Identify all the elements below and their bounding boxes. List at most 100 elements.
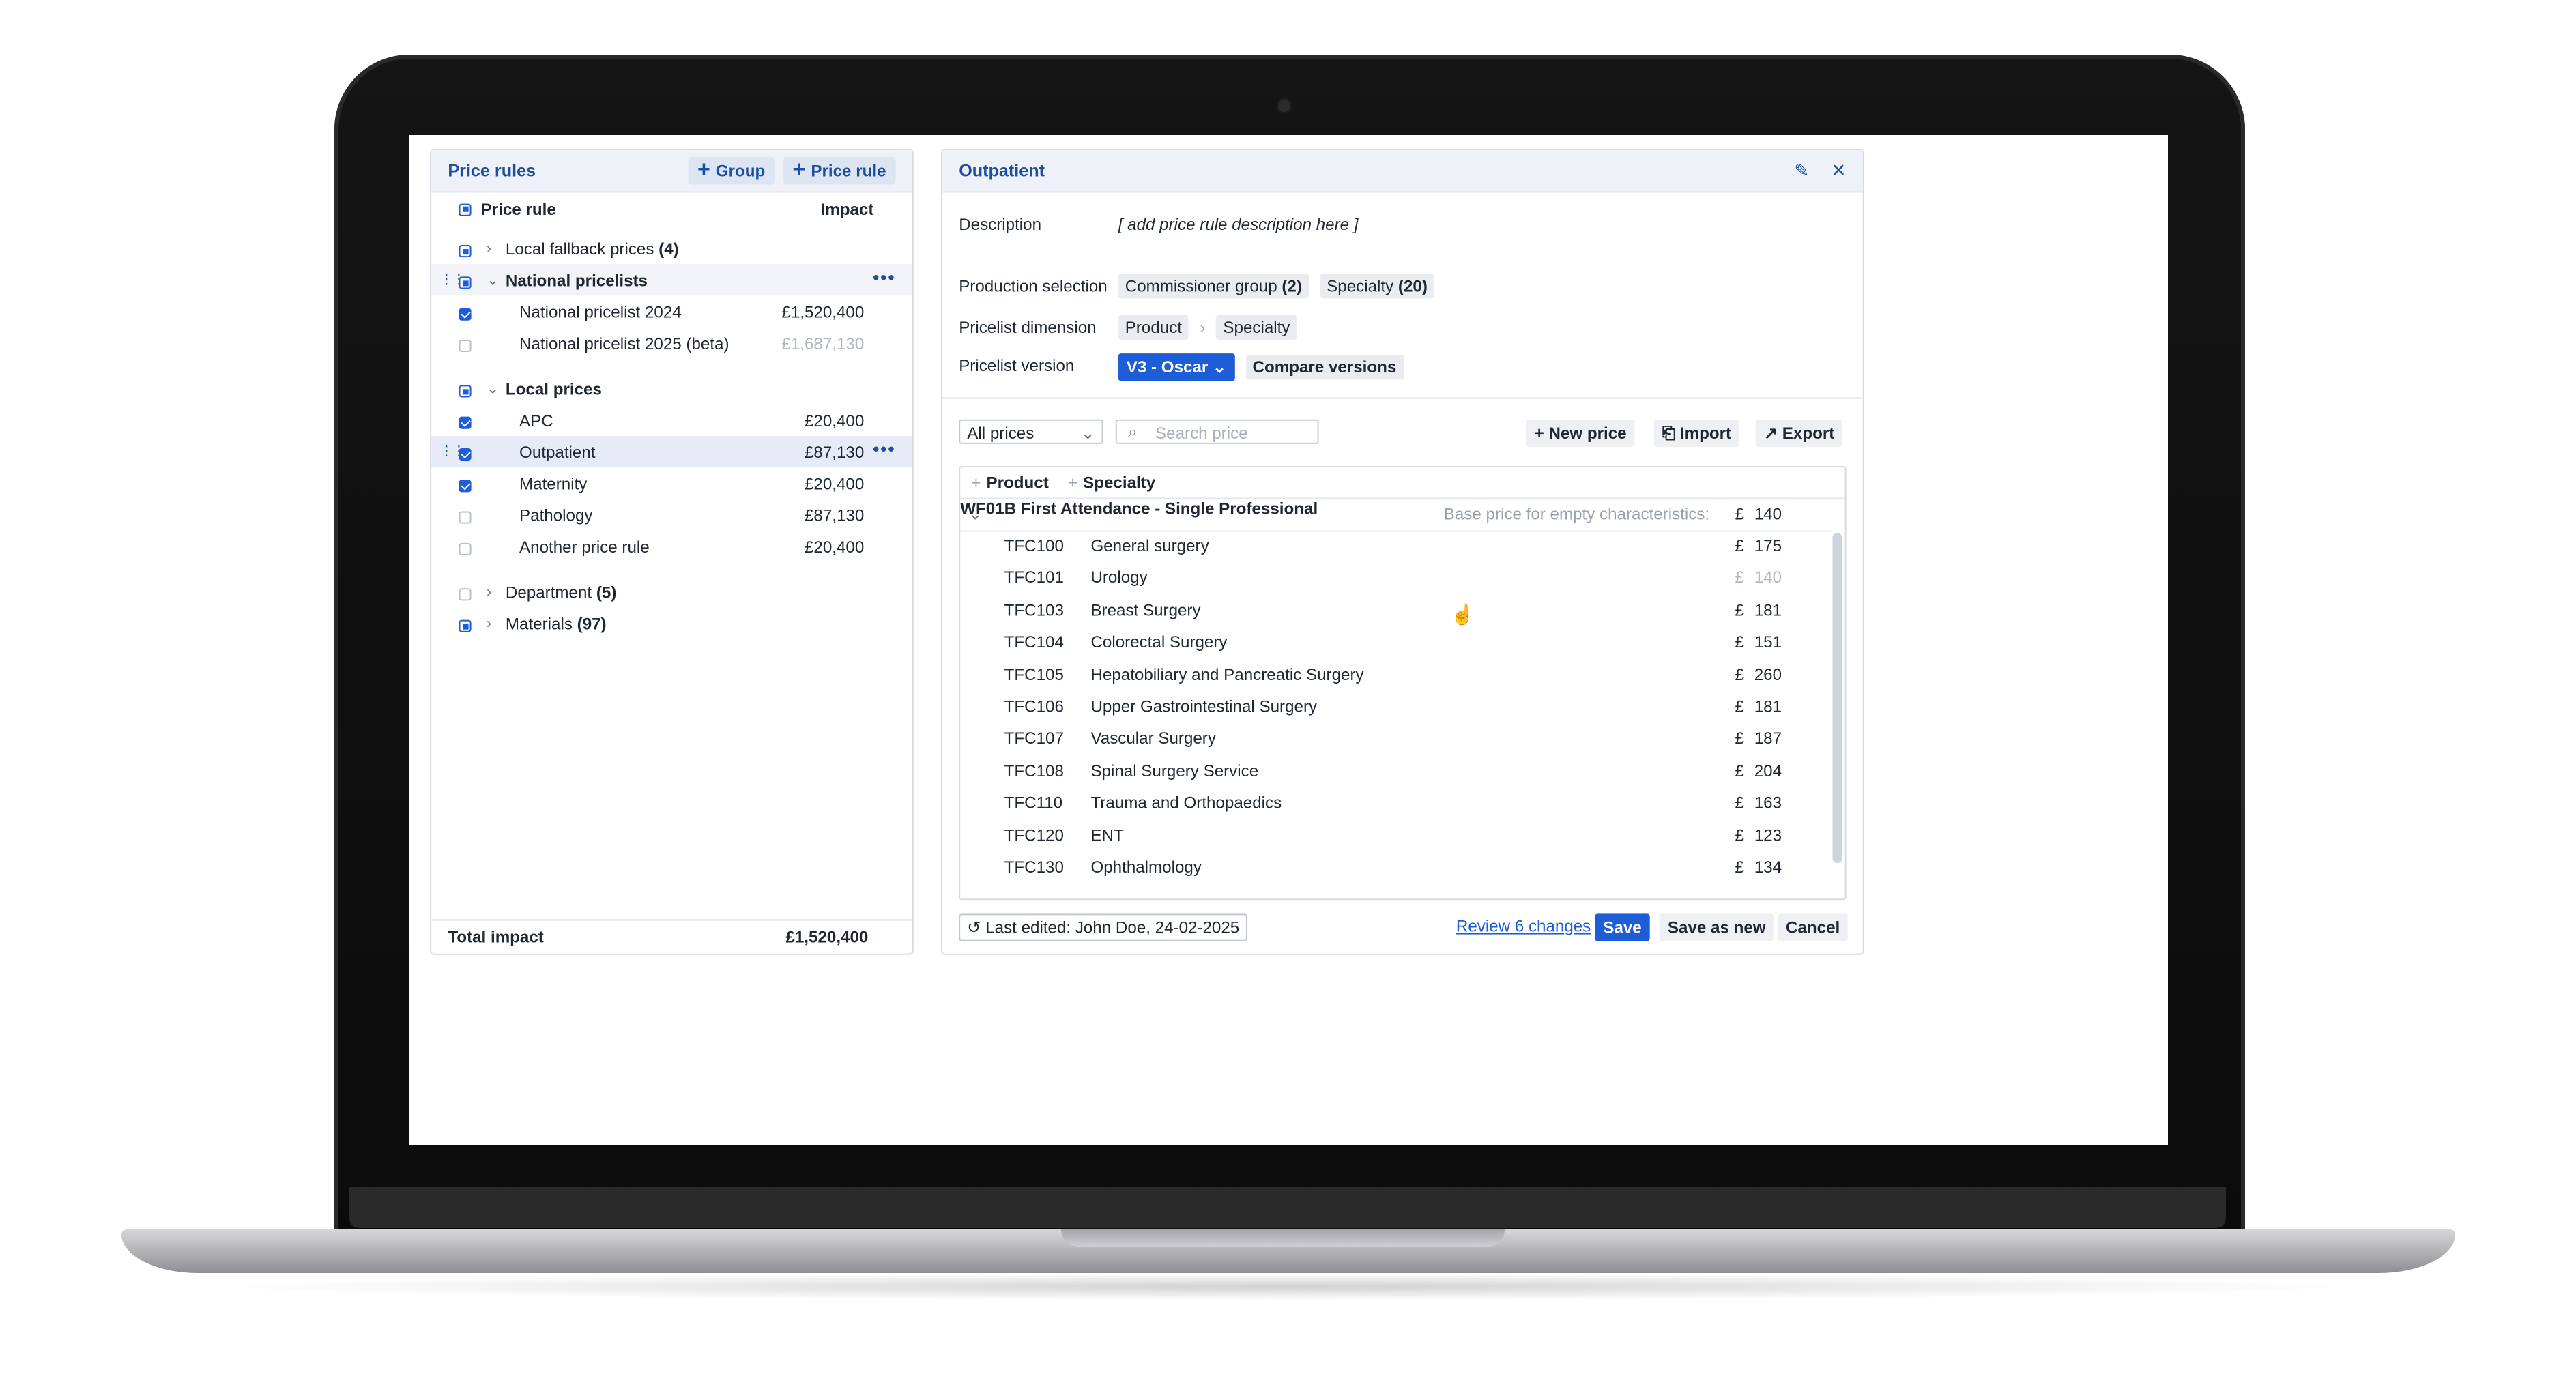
- table-row[interactable]: TFC100 General surgery £175: [960, 531, 1831, 562]
- row-label: Maternity: [519, 473, 588, 493]
- tree-row-local-prices[interactable]: ⌄ Local prices: [431, 372, 912, 404]
- row-label: Local fallback prices: [505, 238, 654, 259]
- tree-row-national-pricelists[interactable]: ⋮⋮ ⌄ National pricelists •••: [431, 264, 912, 296]
- row-checkbox[interactable]: [459, 385, 472, 398]
- item-code: TFC100: [1004, 536, 1064, 555]
- item-price[interactable]: 140: [1754, 568, 1782, 587]
- tree-row-materials[interactable]: › Materials (97): [431, 607, 912, 639]
- table-row[interactable]: TFC120 ENT £123: [960, 820, 1831, 851]
- item-price[interactable]: 204: [1754, 761, 1782, 780]
- add-group-button[interactable]: + Group: [687, 157, 775, 185]
- item-price[interactable]: 123: [1754, 825, 1782, 845]
- chip-specialty-dimension[interactable]: Specialty: [1216, 315, 1297, 340]
- item-price[interactable]: 175: [1754, 536, 1782, 555]
- product-group-row[interactable]: ⌄ WF01B First Attendance - Single Profes…: [960, 499, 1832, 532]
- table-row[interactable]: TFC105 Hepatobiliary and Pancreatic Surge…: [960, 659, 1831, 690]
- row-checkbox[interactable]: [459, 276, 472, 289]
- table-row[interactable]: TFC108 Spinal Surgery Service £204: [960, 755, 1831, 787]
- search-input[interactable]: ⌕ Search price: [1115, 419, 1319, 444]
- pricelist-dimension-label: Pricelist dimension: [959, 317, 1097, 337]
- import-button[interactable]: ⎗ Import: [1653, 419, 1740, 447]
- chip-product[interactable]: Product: [1118, 315, 1189, 340]
- row-checkbox[interactable]: [459, 619, 472, 632]
- group-by-product[interactable]: + Product: [971, 473, 1048, 492]
- row-checkbox[interactable]: [459, 416, 472, 429]
- item-name: General surgery: [1090, 536, 1209, 555]
- item-name: Trauma and Orthopaedics: [1090, 793, 1282, 813]
- item-price[interactable]: 163: [1754, 793, 1782, 813]
- row-checkbox[interactable]: [459, 308, 472, 321]
- item-price[interactable]: 260: [1754, 664, 1782, 684]
- tree-row-another[interactable]: Another price rule £20,400: [431, 531, 912, 562]
- row-checkbox[interactable]: [459, 245, 472, 258]
- item-price[interactable]: 181: [1754, 697, 1782, 716]
- table-row[interactable]: TFC103 Breast Surgery £181: [960, 595, 1831, 626]
- table-row[interactable]: TFC106 Upper Gastrointestinal Surgery £181: [960, 691, 1831, 722]
- row-checkbox[interactable]: [459, 448, 472, 461]
- export-label: Export: [1782, 423, 1835, 443]
- chip-count: (2): [1282, 276, 1302, 296]
- plus-icon: +: [792, 158, 806, 182]
- description-field[interactable]: [ add price rule description here ]: [1118, 215, 1359, 234]
- item-price[interactable]: 151: [1754, 632, 1782, 652]
- edit-pencil-icon[interactable]: ✎: [1794, 160, 1809, 181]
- tree-row-department[interactable]: › Department (5): [431, 576, 912, 607]
- tree-row-outpatient[interactable]: ⋮⋮ Outpatient £87,130 •••: [431, 435, 912, 468]
- total-impact-value: £1,520,400: [785, 927, 869, 947]
- vertical-scrollbar[interactable]: [1832, 533, 1842, 863]
- more-options-icon[interactable]: •••: [873, 267, 896, 287]
- row-checkbox[interactable]: [459, 480, 472, 493]
- chevron-right-icon[interactable]: ›: [487, 615, 491, 632]
- save-as-new-button[interactable]: Save as new: [1659, 913, 1774, 941]
- chevron-down-icon[interactable]: ⌄: [968, 504, 982, 523]
- table-row[interactable]: TFC110 Trauma and Orthopaedics £163: [960, 788, 1831, 819]
- tree-row-national-2024[interactable]: National pricelist 2024 £1,520,400: [431, 296, 912, 327]
- table-row[interactable]: TFC107 Vascular Surgery £187: [960, 723, 1831, 755]
- item-name: Spinal Surgery Service: [1090, 761, 1259, 780]
- table-row[interactable]: TFC130 Ophthalmology £134: [960, 852, 1831, 883]
- filter-value: All prices: [967, 423, 1034, 443]
- save-button[interactable]: Save: [1595, 913, 1650, 941]
- row-checkbox[interactable]: [459, 511, 472, 524]
- table-row[interactable]: TFC101 Urology £140: [960, 563, 1831, 594]
- item-price[interactable]: 134: [1754, 858, 1782, 877]
- chevron-down-icon[interactable]: ⌄: [487, 271, 500, 289]
- group-by-specialty[interactable]: + Specialty: [1068, 473, 1155, 492]
- row-checkbox[interactable]: [459, 588, 472, 601]
- tree-row-maternity[interactable]: Maternity £20,400: [431, 467, 912, 499]
- chevron-down-icon[interactable]: ⌄: [487, 379, 500, 397]
- chip-commissioner-group[interactable]: Commissioner group (2): [1118, 274, 1309, 299]
- item-code: TFC101: [1004, 568, 1064, 588]
- total-impact-bar: Total impact £1,520,400: [431, 919, 912, 953]
- row-label: Materials: [505, 613, 573, 633]
- compare-versions-button[interactable]: Compare versions: [1245, 355, 1404, 380]
- price-table: + Product + Specialty ⌄ WF01B First Attend…: [959, 466, 1847, 901]
- item-price[interactable]: 187: [1754, 729, 1782, 748]
- price-filter-select[interactable]: All prices ⌄: [959, 419, 1103, 444]
- row-checkbox[interactable]: [459, 542, 472, 555]
- item-price[interactable]: 181: [1754, 600, 1782, 619]
- table-row[interactable]: TFC104 Colorectal Surgery £151: [960, 627, 1831, 658]
- select-all-checkbox[interactable]: [459, 203, 472, 216]
- laptop-notch: [1061, 1229, 1505, 1247]
- export-button[interactable]: ↗ Export: [1755, 419, 1843, 447]
- row-checkbox[interactable]: [459, 339, 472, 353]
- review-changes-link[interactable]: Review 6 changes: [1456, 916, 1591, 935]
- item-code: TFC130: [1004, 857, 1064, 877]
- more-options-icon[interactable]: •••: [873, 439, 896, 459]
- tree-row-local-fallback[interactable]: › Local fallback prices (4): [431, 233, 912, 264]
- cancel-button[interactable]: Cancel: [1777, 913, 1849, 941]
- version-dropdown[interactable]: V3 - Oscar ⌄: [1118, 353, 1235, 381]
- base-price-value[interactable]: 140: [1754, 504, 1782, 523]
- group-specialty-label: Specialty: [1083, 473, 1156, 493]
- tree-row-pathology[interactable]: Pathology £87,130: [431, 499, 912, 530]
- add-price-rule-button[interactable]: + Price rule: [783, 157, 896, 185]
- tree-row-apc[interactable]: APC £20,400: [431, 405, 912, 436]
- new-price-button[interactable]: + New price: [1526, 419, 1635, 447]
- chevron-right-icon[interactable]: ›: [487, 583, 491, 600]
- row-count: (5): [596, 582, 617, 602]
- chip-specialty[interactable]: Specialty (20): [1320, 274, 1434, 299]
- chevron-right-icon[interactable]: ›: [487, 240, 491, 257]
- tree-row-national-2025[interactable]: National pricelist 2025 (beta) £1,687,13…: [431, 327, 912, 359]
- close-icon[interactable]: ✕: [1832, 160, 1847, 181]
